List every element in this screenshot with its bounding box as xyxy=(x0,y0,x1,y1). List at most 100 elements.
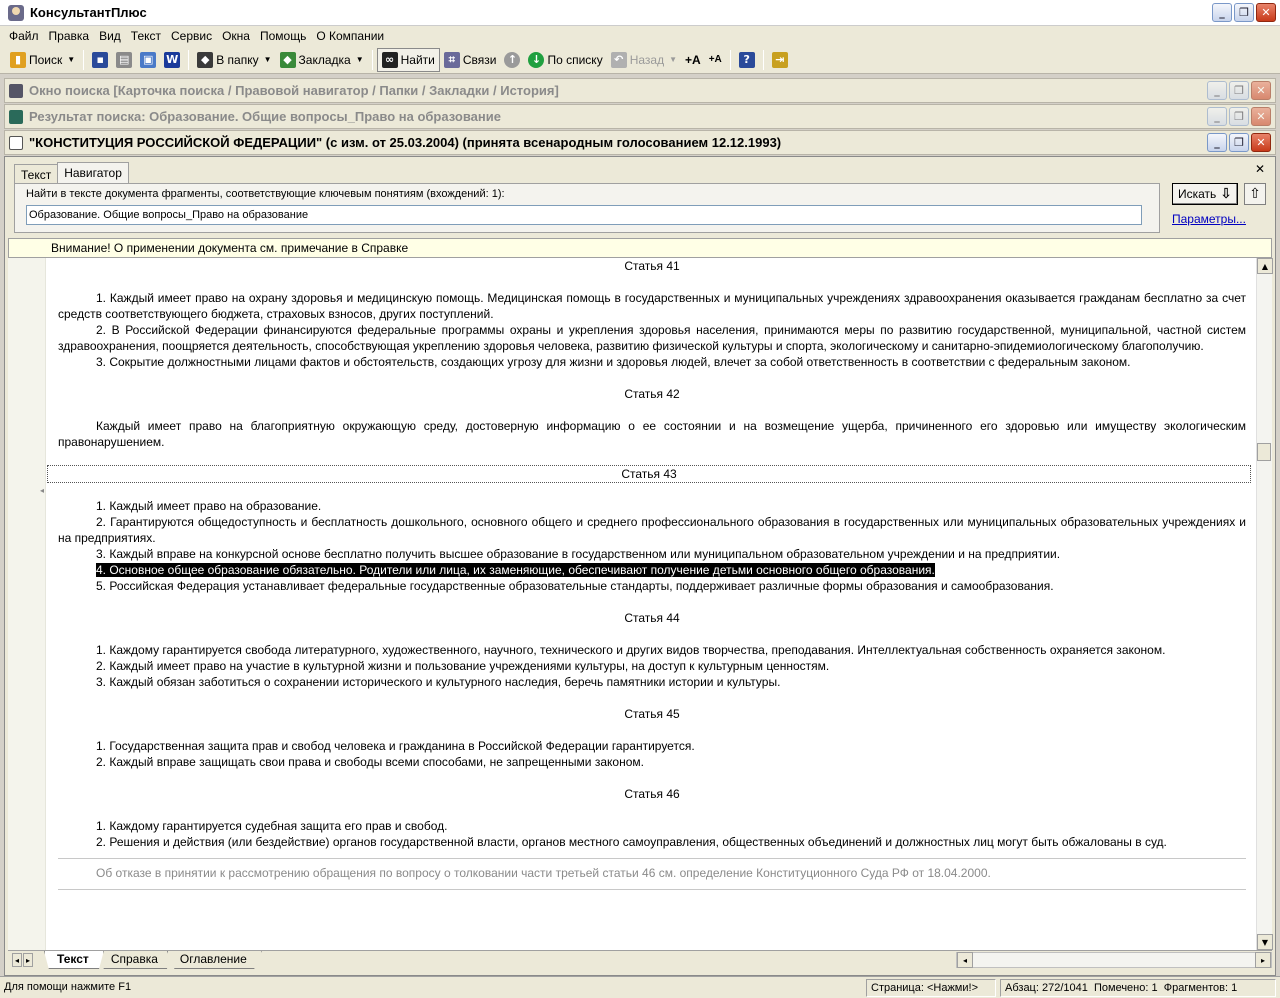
vertical-scrollbar[interactable]: ▲ ▼ xyxy=(1256,258,1273,950)
maximize-button[interactable]: ❐ xyxy=(1229,107,1249,126)
to-folder-button[interactable]: ◆ В папку ▼ xyxy=(193,48,275,72)
scroll-left-button[interactable]: ◂ xyxy=(957,952,973,968)
article-heading: Статья 41 xyxy=(624,259,680,273)
document-icon xyxy=(9,135,23,150)
scroll-right-button[interactable]: ▸ xyxy=(1255,952,1271,968)
tab-bottom-text[interactable]: Текст xyxy=(44,951,104,969)
parameters-link[interactable]: Параметры... xyxy=(1172,212,1246,226)
horizontal-scrollbar[interactable]: ◂ ▸ xyxy=(956,952,1272,968)
menu-file[interactable]: Файл xyxy=(4,29,44,43)
arrow-down-circle-icon: ↓ xyxy=(528,51,545,68)
tab-navigator[interactable]: Навигатор xyxy=(57,162,129,184)
status-page[interactable]: Страница: <Нажми!> xyxy=(866,979,996,997)
find-previous-button[interactable]: ⇧ xyxy=(1244,183,1266,205)
dropdown-arrow-icon: ▼ xyxy=(355,55,364,64)
document-text: Статья 41 1. Каждый имеет право на охран… xyxy=(47,258,1251,890)
find-button[interactable]: ∞ Найти xyxy=(376,47,440,72)
up-button[interactable]: ↑ xyxy=(500,48,524,72)
word-icon: W xyxy=(164,51,181,68)
paragraph: 3. Сокрытие должностными лицами фактов и… xyxy=(96,355,1131,369)
search-match-highlight[interactable]: 4. Основное общее образование обязательн… xyxy=(96,563,935,577)
back-arrow-icon: ↶ xyxy=(610,51,627,68)
menu-windows[interactable]: Окна xyxy=(217,29,255,43)
menu-edit[interactable]: Правка xyxy=(44,29,95,43)
export-word-button[interactable]: W xyxy=(160,48,184,72)
close-button[interactable]: ✕ xyxy=(1251,133,1271,152)
paragraph: 2. В Российской Федерации финансируются … xyxy=(58,323,1246,353)
by-list-label: По списку xyxy=(547,52,603,67)
menu-view[interactable]: Вид xyxy=(94,29,126,43)
tab-prev-button[interactable]: ◂ xyxy=(12,953,22,967)
tab-text[interactable]: Текст xyxy=(14,164,59,184)
binoculars-icon: ∞ xyxy=(381,51,398,68)
minimize-button[interactable]: _ xyxy=(1207,107,1227,126)
scroll-up-button[interactable]: ▲ xyxy=(1257,258,1273,274)
scroll-thumb[interactable] xyxy=(1257,443,1271,461)
status-marked: Помечено: 1 xyxy=(1093,982,1158,994)
exit-button[interactable]: ⇥ xyxy=(768,48,792,72)
close-button[interactable]: ✕ xyxy=(1251,107,1271,126)
save-icon: ▪ xyxy=(92,51,109,68)
print-button[interactable]: ▤ xyxy=(112,48,136,72)
dropdown-arrow-icon: ▼ xyxy=(67,55,76,64)
links-label: Связи xyxy=(462,52,497,67)
document-window-header[interactable]: "КОНСТИТУЦИЯ РОССИЙСКОЙ ФЕДЕРАЦИИ" (с из… xyxy=(4,130,1276,155)
menu-text[interactable]: Текст xyxy=(126,29,166,43)
document-window-title: "КОНСТИТУЦИЯ РОССИЙСКОЙ ФЕДЕРАЦИИ" (с из… xyxy=(29,135,782,150)
maximize-button[interactable]: ❐ xyxy=(1234,3,1254,22)
minimize-button[interactable]: _ xyxy=(1212,3,1232,22)
close-button[interactable]: ✕ xyxy=(1256,3,1276,22)
by-list-button[interactable]: ↓ По списку xyxy=(524,48,606,72)
menu-bar: Файл Правка Вид Текст Сервис Окна Помощь… xyxy=(0,26,1280,46)
back-button[interactable]: ↶ Назад ▼ xyxy=(607,48,681,72)
current-marker-icon: ◂ xyxy=(40,486,45,495)
paragraph: 1. Государственная защита прав и свобод … xyxy=(96,739,695,753)
result-window-header[interactable]: Результат поиска: Образование. Общие воп… xyxy=(4,104,1276,129)
maximize-button[interactable]: ❐ xyxy=(1229,81,1249,100)
search-button[interactable]: ▮ Поиск ▼ xyxy=(6,48,79,72)
minimize-button[interactable]: _ xyxy=(1207,133,1227,152)
paragraph: 1. Каждый имеет право на образование. xyxy=(96,499,322,513)
tab-bottom-help[interactable]: Справка xyxy=(97,951,173,969)
article-heading-current[interactable]: Статья 43 xyxy=(47,465,1251,483)
links-icon: ⌗ xyxy=(443,51,460,68)
font-increase-label: +A xyxy=(685,52,701,67)
find-next-button[interactable]: Искать ⇩ xyxy=(1172,183,1238,205)
preview-button[interactable]: ▣ xyxy=(136,48,160,72)
status-counters: Абзац: 272/1041 Помечено: 1 Фрагментов: … xyxy=(1000,979,1276,997)
paragraph: 1. Каждому гарантируется свобода литерат… xyxy=(96,643,1166,657)
bookmark-label: Закладка xyxy=(298,52,351,67)
menu-service[interactable]: Сервис xyxy=(166,29,217,43)
article-heading: Статья 46 xyxy=(624,787,680,801)
font-decrease-button[interactable]: +A xyxy=(705,48,726,72)
menu-help[interactable]: Помощь xyxy=(255,29,311,43)
save-button[interactable]: ▪ xyxy=(88,48,112,72)
app-icon xyxy=(8,4,24,21)
dropdown-arrow-icon: ▼ xyxy=(263,55,272,64)
app-window: КонсультантПлюс _ ❐ ✕ Файл Правка Вид Те… xyxy=(0,0,1280,998)
comment-note[interactable]: Об отказе в принятии к рассмотрению обра… xyxy=(58,858,1246,890)
to-folder-label: В папку xyxy=(216,52,259,67)
font-increase-button[interactable]: +A xyxy=(681,48,705,72)
warning-bar: Внимание! О применении документа см. при… xyxy=(8,238,1272,258)
scroll-down-button[interactable]: ▼ xyxy=(1257,934,1273,950)
document-tabs: Текст Справка Оглавление xyxy=(44,951,262,969)
tab-bottom-contents[interactable]: Оглавление xyxy=(166,951,262,969)
tab-next-button[interactable]: ▸ xyxy=(23,953,33,967)
search-window-header[interactable]: Окно поиска [Карточка поиска / Правовой … xyxy=(4,78,1276,103)
help-button[interactable]: ? xyxy=(735,48,759,72)
paragraph: 2. Каждый имеет право на участие в культ… xyxy=(96,659,830,673)
maximize-button[interactable]: ❐ xyxy=(1229,133,1249,152)
search-input[interactable]: Образование. Общие вопросы_Право на обра… xyxy=(26,205,1142,225)
menu-about[interactable]: О Компании xyxy=(311,29,389,43)
links-button[interactable]: ⌗ Связи xyxy=(440,48,501,72)
minimize-button[interactable]: _ xyxy=(1207,81,1227,100)
bookmark-button[interactable]: ◆ Закладка ▼ xyxy=(276,48,368,72)
status-bar: Для помощи нажмите F1 Страница: <Нажми!>… xyxy=(0,976,1280,998)
toolbar-separator xyxy=(729,49,731,70)
close-panel-icon[interactable]: ✕ xyxy=(1253,162,1267,176)
folder-icon: ◆ xyxy=(197,51,214,68)
close-button[interactable]: ✕ xyxy=(1251,81,1271,100)
status-fragments: Фрагментов: 1 xyxy=(1163,982,1238,994)
arrow-up-circle-icon: ↑ xyxy=(504,51,521,68)
